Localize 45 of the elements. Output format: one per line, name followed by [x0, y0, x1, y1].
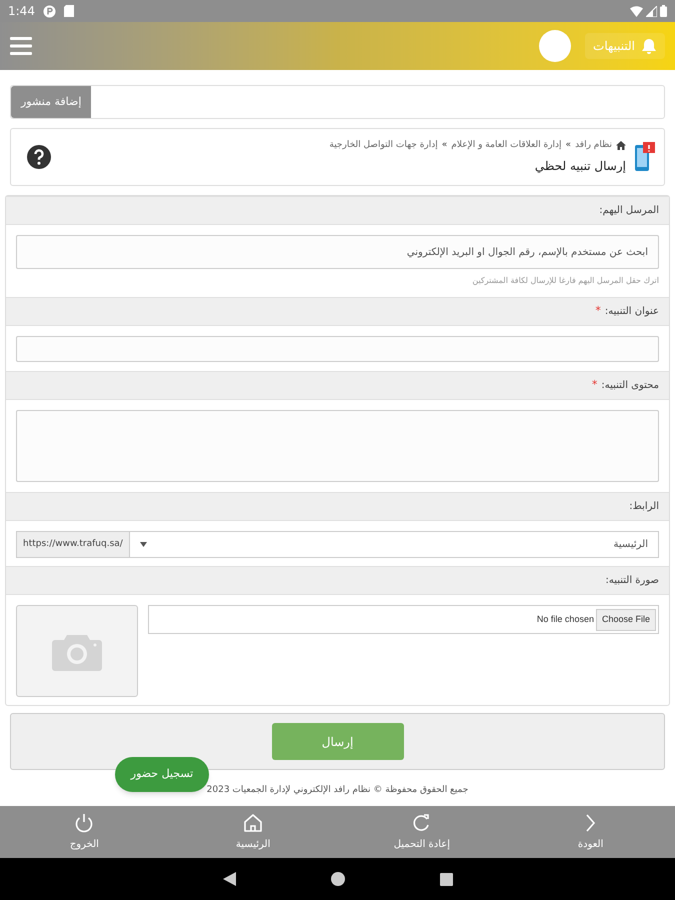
breadcrumb-separator: » — [442, 138, 448, 152]
breadcrumb-link[interactable]: إدارة جهات التواصل الخارجية — [329, 138, 438, 152]
page-title: إرسال تنبيه لحظي — [534, 158, 626, 176]
field-label: الرابط: — [629, 500, 659, 514]
file-status: No file chosen — [536, 612, 594, 626]
home-circle-icon[interactable] — [330, 872, 344, 886]
field-label: محتوى التنبيه: — [601, 379, 659, 393]
sd-card-icon — [64, 5, 74, 17]
status-time: 1:44 — [8, 3, 35, 20]
home-icon — [242, 812, 264, 834]
help-text: اترك حقل المرسل اليهم فارغا للإرسال لكافة المشتركين — [471, 275, 659, 287]
bell-icon — [641, 38, 657, 54]
add-post-button[interactable]: إضافة منشور — [11, 86, 92, 118]
search-field[interactable]: ابحث عن مستخدم بالإسم، رقم الجوال او البريد الإلكتروني — [16, 235, 659, 269]
page-select[interactable]: الرئيسية — [128, 531, 659, 558]
wifi-icon — [630, 6, 643, 16]
field-label: المرسل اليهم: — [599, 204, 659, 218]
field-label: صورة التنبيه: — [605, 574, 659, 588]
send-button[interactable]: إرسال — [272, 723, 404, 760]
nav-item[interactable]: العودة — [530, 812, 651, 852]
help-icon[interactable] — [27, 145, 51, 169]
breadcrumb-link[interactable]: نظام رافد — [575, 138, 612, 152]
signal-icon — [646, 6, 657, 16]
url-prefix: https://www.trafuq.sa/ — [16, 531, 129, 558]
battery-icon — [660, 5, 667, 17]
choose-file-button[interactable]: Choose File — [596, 608, 656, 630]
field-label: عنوان التنبيه: — [604, 305, 659, 319]
breadcrumb-link[interactable]: إدارة العلاقات العامة و الإعلام — [451, 138, 562, 152]
menu-icon[interactable] — [10, 37, 32, 55]
required-mark: * — [592, 377, 598, 394]
required-mark: * — [595, 303, 601, 320]
back-triangle-icon[interactable] — [222, 872, 236, 886]
nav-item[interactable]: الخروج — [24, 812, 144, 852]
nav-item[interactable]: الرئيسية — [193, 812, 314, 852]
power-icon — [73, 812, 96, 834]
nav-item[interactable]: إعادة التحميل — [362, 812, 482, 852]
title-field[interactable] — [16, 336, 659, 362]
home-icon — [616, 141, 626, 150]
content-field[interactable] — [16, 410, 659, 482]
recents-square-icon[interactable] — [440, 872, 452, 886]
file-input[interactable]: No file chosen Choose File — [148, 605, 659, 634]
phone-alert-icon — [634, 142, 656, 172]
breadcrumb-separator: » — [566, 138, 572, 152]
circle-icon — [42, 4, 56, 18]
caret-icon — [140, 542, 147, 547]
